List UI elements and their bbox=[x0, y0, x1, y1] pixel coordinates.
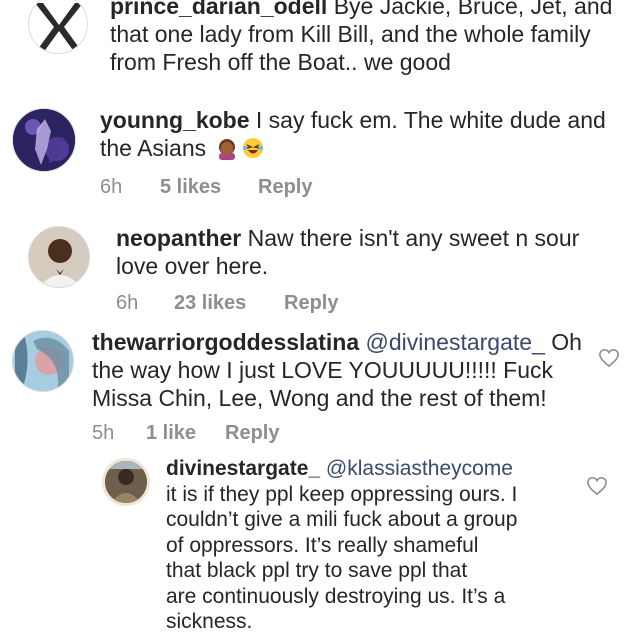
comment-text: thewarriorgoddesslatina @divinestargate_… bbox=[92, 328, 612, 412]
comment-line: sickness. bbox=[166, 610, 253, 633]
username[interactable]: younng_kobe bbox=[100, 107, 250, 133]
timestamp: 6h bbox=[100, 176, 123, 198]
reply-button[interactable]: Reply bbox=[258, 176, 312, 199]
comment-line: Bye Jackie, Bruce, Jet, and bbox=[333, 0, 613, 19]
comment-line: Oh bbox=[551, 329, 582, 355]
likes-count[interactable]: 5 likes bbox=[160, 176, 221, 199]
comment-meta: 5h 1 like Reply bbox=[92, 422, 392, 446]
comment-line: I say fuck em. The white dude and bbox=[255, 107, 606, 133]
mention-link[interactable]: @klassiastheycome bbox=[326, 457, 513, 480]
comment-line: the way how I just LOVE YOUUUUU!!!!! Fuc… bbox=[92, 357, 553, 383]
rolling-on-floor-laughing-emoji bbox=[241, 136, 265, 160]
avatar[interactable] bbox=[102, 458, 150, 506]
avatar[interactable] bbox=[28, 226, 90, 288]
comment-line: Naw there isn't any sweet n sour bbox=[247, 225, 580, 251]
comment-text: neopanther Naw there isn't any sweet n s… bbox=[116, 224, 626, 280]
comment-line: that one lady from Kill Bill, and the wh… bbox=[110, 21, 591, 47]
woman-gesturing-no-emoji bbox=[215, 136, 239, 160]
username[interactable]: divinestargate_ bbox=[166, 457, 320, 480]
comment-text: divinestargate_ @klassiastheycome it is … bbox=[166, 456, 586, 635]
avatar[interactable] bbox=[28, 0, 88, 54]
comment-text: prince_darian_odell Bye Jackie, Bruce, J… bbox=[110, 0, 630, 76]
username[interactable]: neopanther bbox=[116, 225, 241, 251]
comment-line: from Fresh off the Boat.. we good bbox=[110, 49, 451, 75]
username[interactable]: thewarriorgoddesslatina bbox=[92, 329, 359, 355]
comment-line: couldn’t give a mili fuck about a group bbox=[166, 508, 518, 531]
comment-meta: 6h 5 likes Reply bbox=[100, 176, 400, 200]
avatar[interactable] bbox=[12, 330, 74, 392]
timestamp: 5h bbox=[92, 422, 115, 444]
timestamp: 6h bbox=[116, 292, 139, 314]
likes-count[interactable]: 23 likes bbox=[174, 292, 246, 315]
mention-link[interactable]: @divinestargate_ bbox=[366, 329, 545, 355]
username[interactable]: prince_darian_odell bbox=[110, 0, 327, 19]
comment-meta: 6h 23 likes Reply bbox=[116, 292, 416, 316]
comment-line: it is if they ppl keep oppressing ours. … bbox=[166, 482, 518, 506]
comment-line: that black ppl try to save ppl that bbox=[166, 559, 468, 582]
comment-line: are continuously destroying us. It’s a bbox=[166, 584, 506, 608]
heart-outline-icon[interactable] bbox=[586, 476, 608, 496]
comment-text: younng_kobe I say fuck em. The white dud… bbox=[100, 106, 630, 162]
reply-button[interactable]: Reply bbox=[284, 292, 338, 315]
likes-count[interactable]: 1 like bbox=[146, 422, 196, 445]
avatar[interactable] bbox=[12, 108, 76, 172]
reply-button[interactable]: Reply bbox=[225, 422, 279, 445]
comment-line: the Asians bbox=[100, 135, 207, 161]
comment-line: love over here. bbox=[116, 253, 269, 279]
comment-line: Missa Chin, Lee, Wong and the rest of th… bbox=[92, 385, 547, 411]
heart-outline-icon[interactable] bbox=[598, 348, 620, 368]
comment-line: of oppressors. It’s really shameful bbox=[166, 533, 479, 557]
